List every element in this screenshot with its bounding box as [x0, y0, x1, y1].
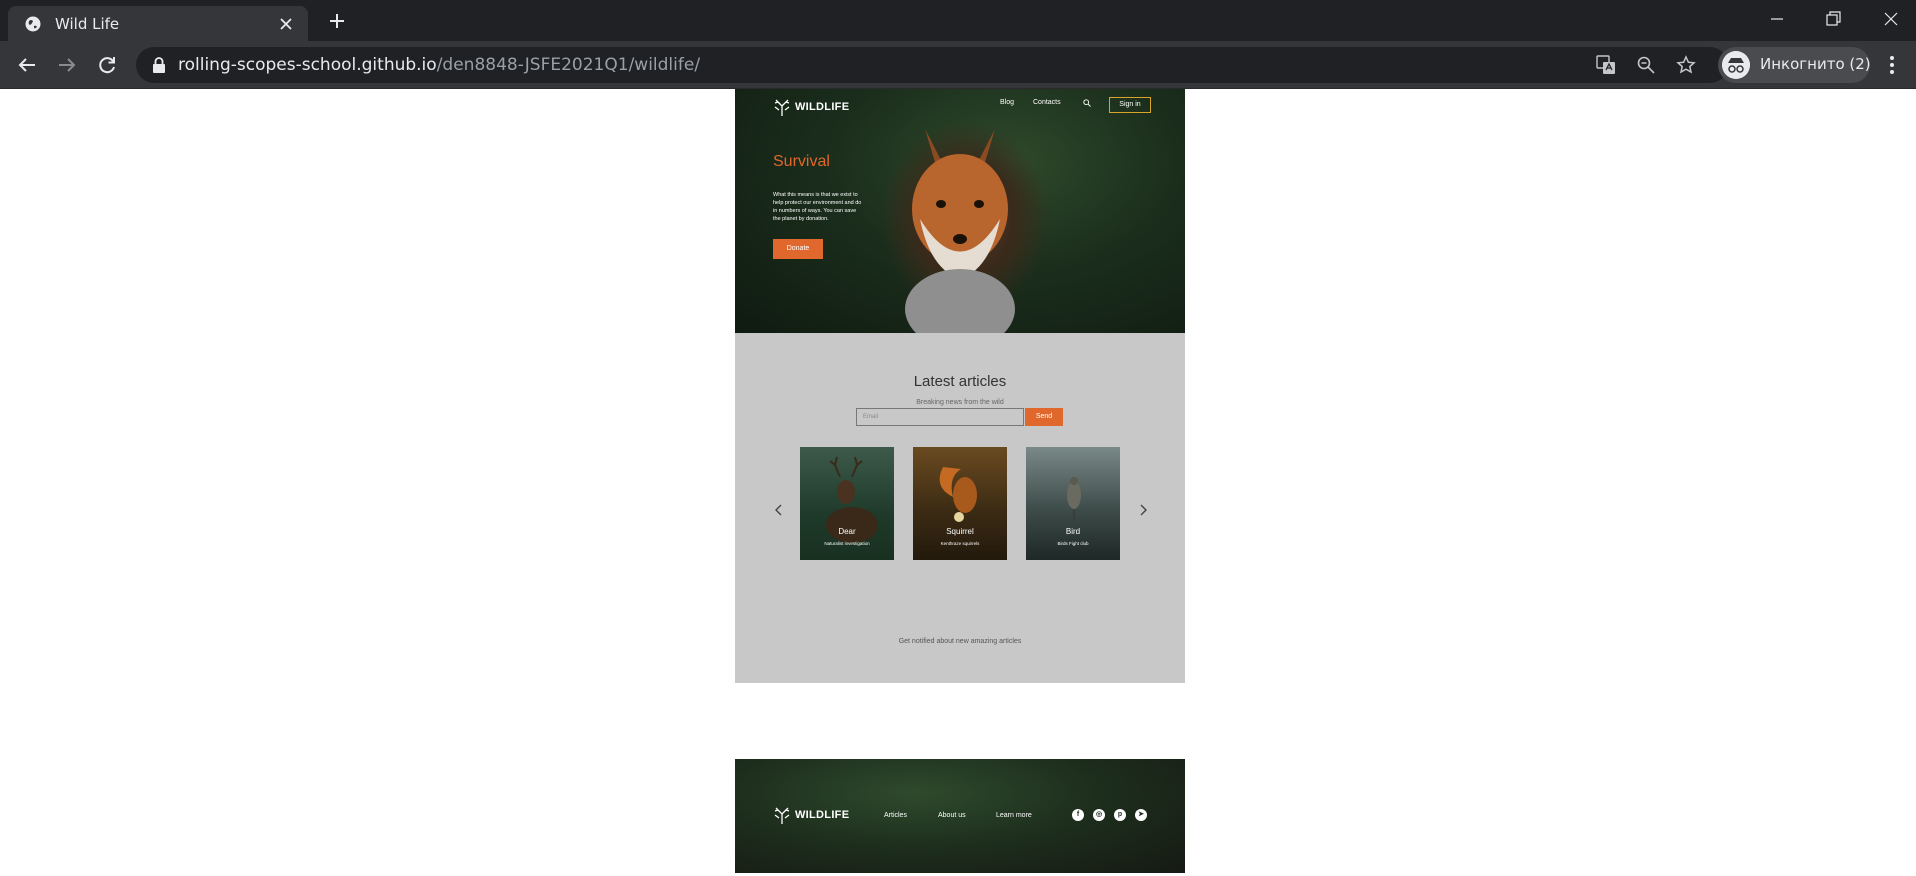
logo-text: WILDLIFE	[795, 809, 850, 821]
browser-tab[interactable]: Wild Life	[8, 6, 308, 41]
browser-menu-icon[interactable]	[1882, 53, 1902, 77]
globe-icon	[25, 16, 41, 32]
articles-subtitle: Breaking news from the wild	[916, 399, 1004, 406]
articles-section: Latest articles Breaking news from the w…	[735, 333, 1185, 683]
hero-text: What this means is that we exist to help…	[773, 192, 862, 222]
zoom-icon[interactable]	[1636, 55, 1656, 75]
card-title: Squirrel	[946, 527, 974, 536]
card-subtitle: Naturalist investigation	[824, 541, 870, 546]
facebook-icon[interactable]: f	[1072, 809, 1084, 821]
url-text[interactable]: rolling-scopes-school.github.io/den8848-…	[178, 55, 700, 75]
hero-section: WILDLIFE Blog Contacts Sign in Survival …	[735, 89, 1185, 333]
footer-nav-about[interactable]: About us	[938, 812, 966, 819]
header-logo[interactable]: WILDLIFE	[773, 95, 849, 119]
tab-title: Wild Life	[55, 15, 120, 33]
hero-title: Survival	[773, 153, 830, 170]
incognito-profile-button[interactable]: Инкогнито (2)	[1718, 47, 1871, 83]
card-subtitle: Kenthraze squirrels	[940, 541, 980, 546]
back-icon[interactable]	[15, 53, 39, 77]
address-bar[interactable]: rolling-scopes-school.github.io/den8848-…	[136, 47, 1728, 83]
close-window-icon[interactable]	[1880, 8, 1902, 30]
card-title: Dear	[838, 527, 856, 536]
donate-button[interactable]: Donate	[773, 239, 823, 259]
nav-contacts[interactable]: Contacts	[1033, 99, 1061, 106]
browser-tab-bar: Wild Life	[0, 0, 1916, 41]
reload-icon[interactable]	[95, 53, 119, 77]
email-input[interactable]: Email	[856, 408, 1024, 426]
signup-text: Get notified about new amazing articles	[898, 638, 1022, 645]
signin-button[interactable]: Sign in	[1109, 97, 1151, 113]
new-tab-icon[interactable]	[328, 12, 346, 30]
article-card-squirrel[interactable]: Squirrel Kenthraze squirrels	[913, 447, 1007, 560]
profile-label: Инкогнито (2)	[1760, 55, 1871, 73]
articles-title: Latest articles	[913, 373, 1007, 390]
antlers-logo-icon	[774, 99, 790, 116]
lock-icon[interactable]	[152, 57, 166, 73]
chevron-left-icon[interactable]	[773, 503, 785, 517]
incognito-icon	[1722, 51, 1750, 79]
close-tab-icon[interactable]	[278, 16, 294, 32]
fox-image	[905, 129, 1015, 333]
article-card-deer[interactable]: Dear Naturalist investigation	[800, 447, 894, 560]
footer: WILDLIFE Articles About us Learn more f …	[735, 759, 1185, 873]
search-icon[interactable]	[1083, 99, 1091, 107]
nav-blog[interactable]: Blog	[1000, 99, 1014, 106]
page-viewport: WILDLIFE Blog Contacts Sign in Survival …	[0, 89, 1916, 876]
antlers-logo-icon	[774, 807, 790, 824]
browser-toolbar: rolling-scopes-school.github.io/den8848-…	[0, 41, 1916, 89]
translate-icon[interactable]	[1596, 55, 1616, 75]
wildlife-site: WILDLIFE Blog Contacts Sign in Survival …	[735, 89, 1185, 873]
footer-nav-articles[interactable]: Articles	[884, 812, 907, 819]
bookmark-star-icon[interactable]	[1676, 55, 1696, 75]
footer-nav-learn-more[interactable]: Learn more	[996, 812, 1032, 819]
card-title: Bird	[1065, 527, 1081, 536]
restore-icon[interactable]	[1822, 8, 1844, 30]
chevron-right-icon[interactable]	[1137, 503, 1149, 517]
footer-logo[interactable]: WILDLIFE	[773, 803, 849, 827]
logo-text: WILDLIFE	[795, 101, 850, 113]
instagram-icon[interactable]: ◎	[1093, 809, 1105, 821]
article-card-bird[interactable]: Bird Birds Fight club	[1026, 447, 1120, 560]
card-subtitle: Birds Fight club	[1057, 541, 1089, 546]
forward-icon[interactable]	[55, 53, 79, 77]
minimize-icon[interactable]	[1766, 8, 1788, 30]
pinterest-icon[interactable]: p	[1114, 809, 1126, 821]
telegram-icon[interactable]: ➤	[1135, 809, 1147, 821]
url-host: rolling-scopes-school.github.io	[178, 55, 437, 75]
send-button[interactable]: Send	[1025, 408, 1063, 426]
url-path: /den8848-JSFE2021Q1/wildlife/	[436, 55, 701, 75]
